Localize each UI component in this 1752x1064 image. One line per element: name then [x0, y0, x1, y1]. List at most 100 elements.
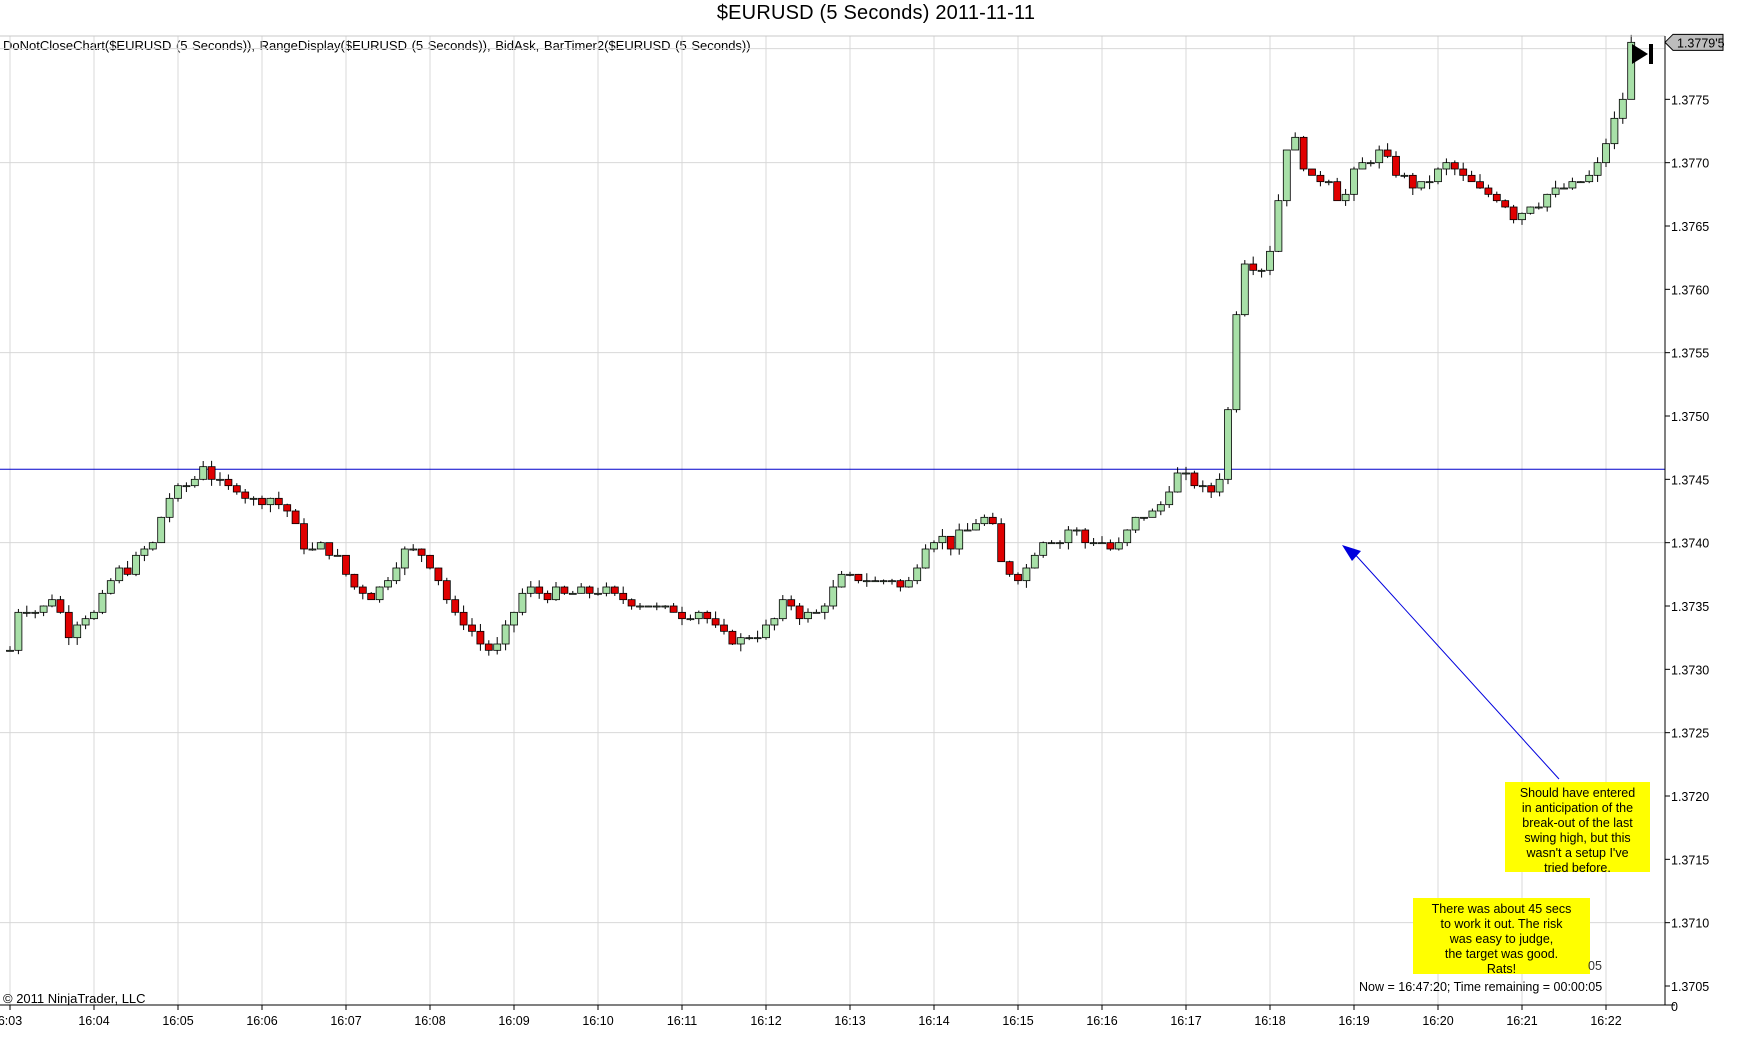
candle [1324, 179, 1333, 186]
note-line: was easy to judge, [1449, 932, 1554, 946]
go-to-end-button[interactable] [1628, 40, 1658, 68]
candle [342, 554, 350, 577]
arrow-head [1342, 545, 1361, 561]
candle [644, 605, 653, 608]
candle [946, 535, 955, 556]
candle-body-up [106, 580, 115, 594]
candle-body-up [753, 637, 762, 640]
candle-body-up [526, 586, 535, 594]
candle [1291, 132, 1300, 151]
candle-body-up [1417, 181, 1426, 189]
candle-body-down [367, 592, 376, 601]
x-tick-label: 16:08 [414, 1014, 445, 1028]
candle-body-down [1316, 174, 1325, 183]
candle-body-down [64, 611, 73, 639]
y-tick-label: 1.3770 [1671, 157, 1709, 171]
candle-body-up [577, 586, 586, 594]
candle [745, 634, 754, 641]
candle [493, 637, 502, 655]
candle-body-down [484, 643, 493, 651]
candle [224, 474, 233, 490]
candle-body-up [316, 542, 325, 550]
candle-body-down [669, 605, 678, 613]
candle-body-down [476, 630, 485, 645]
candle [1089, 537, 1098, 546]
candle-body-down [854, 573, 863, 582]
candle-body-up [955, 529, 964, 550]
candle [1106, 539, 1115, 551]
candle [375, 586, 384, 603]
candle [1501, 199, 1510, 209]
candle [1005, 560, 1014, 577]
candle [1593, 157, 1602, 182]
candle [720, 618, 728, 635]
candle-body-up [1064, 529, 1073, 544]
candle [501, 620, 510, 651]
candle-body-up [694, 611, 703, 620]
candle-body-up [1324, 181, 1333, 184]
candle [686, 614, 695, 621]
candle-body-up [132, 554, 140, 575]
candle [174, 483, 182, 502]
candle-body-up [48, 599, 56, 607]
candle [1140, 516, 1148, 521]
candle-body-down [560, 586, 569, 594]
candle-body-down [224, 478, 233, 487]
candle-body-down [56, 599, 65, 613]
candle [459, 605, 468, 631]
candle-body-down [325, 542, 334, 556]
candle-body-up [375, 586, 384, 601]
candle [283, 503, 292, 518]
candle [913, 564, 922, 585]
candle [308, 542, 317, 551]
candle [552, 581, 560, 601]
candle [535, 580, 544, 599]
candle [1425, 175, 1434, 190]
candle-body-up [73, 624, 82, 639]
candle [484, 640, 493, 656]
candle [115, 565, 124, 584]
candle-body-down [459, 611, 468, 626]
candle-body-down [585, 586, 594, 594]
candle [652, 602, 661, 611]
candle [804, 608, 812, 623]
x-tick-label: 16:14 [918, 1014, 949, 1028]
candle-body-down [300, 523, 308, 550]
price-axis: 1.3705 1.3710 1.3715 1.3720 1.3725 1.3730 1.37… [1664, 33, 1725, 994]
candle [1350, 166, 1358, 202]
candle [1560, 183, 1568, 190]
candle-body-up [1047, 542, 1056, 545]
candle [896, 579, 905, 592]
candle-body-up [1224, 409, 1232, 480]
x-tick-label: 16:22 [1590, 1014, 1621, 1028]
candle-body-up [602, 586, 611, 594]
candle [392, 562, 401, 585]
candle [997, 518, 1006, 563]
candle [73, 621, 82, 645]
candle-body-up [1072, 529, 1081, 532]
candle [795, 603, 804, 625]
candle-body-up [1350, 168, 1358, 195]
candle-body-up [1039, 542, 1048, 556]
bar-timer: Now = 16:47:20; Time remaining = 00:00:0… [1359, 980, 1603, 994]
candle-body-down [417, 548, 426, 556]
note-line: There was about 45 secs [1431, 902, 1572, 916]
annotation-note-time: There was about 45 secs to work it out. … [1413, 898, 1590, 976]
candle [1602, 138, 1610, 168]
candle [846, 571, 854, 577]
candle [988, 512, 997, 525]
candle [728, 629, 737, 646]
candle [31, 610, 40, 619]
candle-body-down [1450, 162, 1459, 170]
y-tick-label: 1.3755 [1671, 347, 1709, 361]
candle [610, 585, 619, 596]
note-line: Rats! [1486, 962, 1517, 976]
candle-body-down [1190, 472, 1199, 487]
candle-body-down [1509, 206, 1518, 221]
candle [770, 617, 779, 631]
candle-body-up [1593, 162, 1602, 176]
candle-body-up [266, 497, 275, 506]
candle [862, 573, 871, 587]
candle-body-down [1408, 174, 1417, 189]
candle [1526, 206, 1535, 215]
